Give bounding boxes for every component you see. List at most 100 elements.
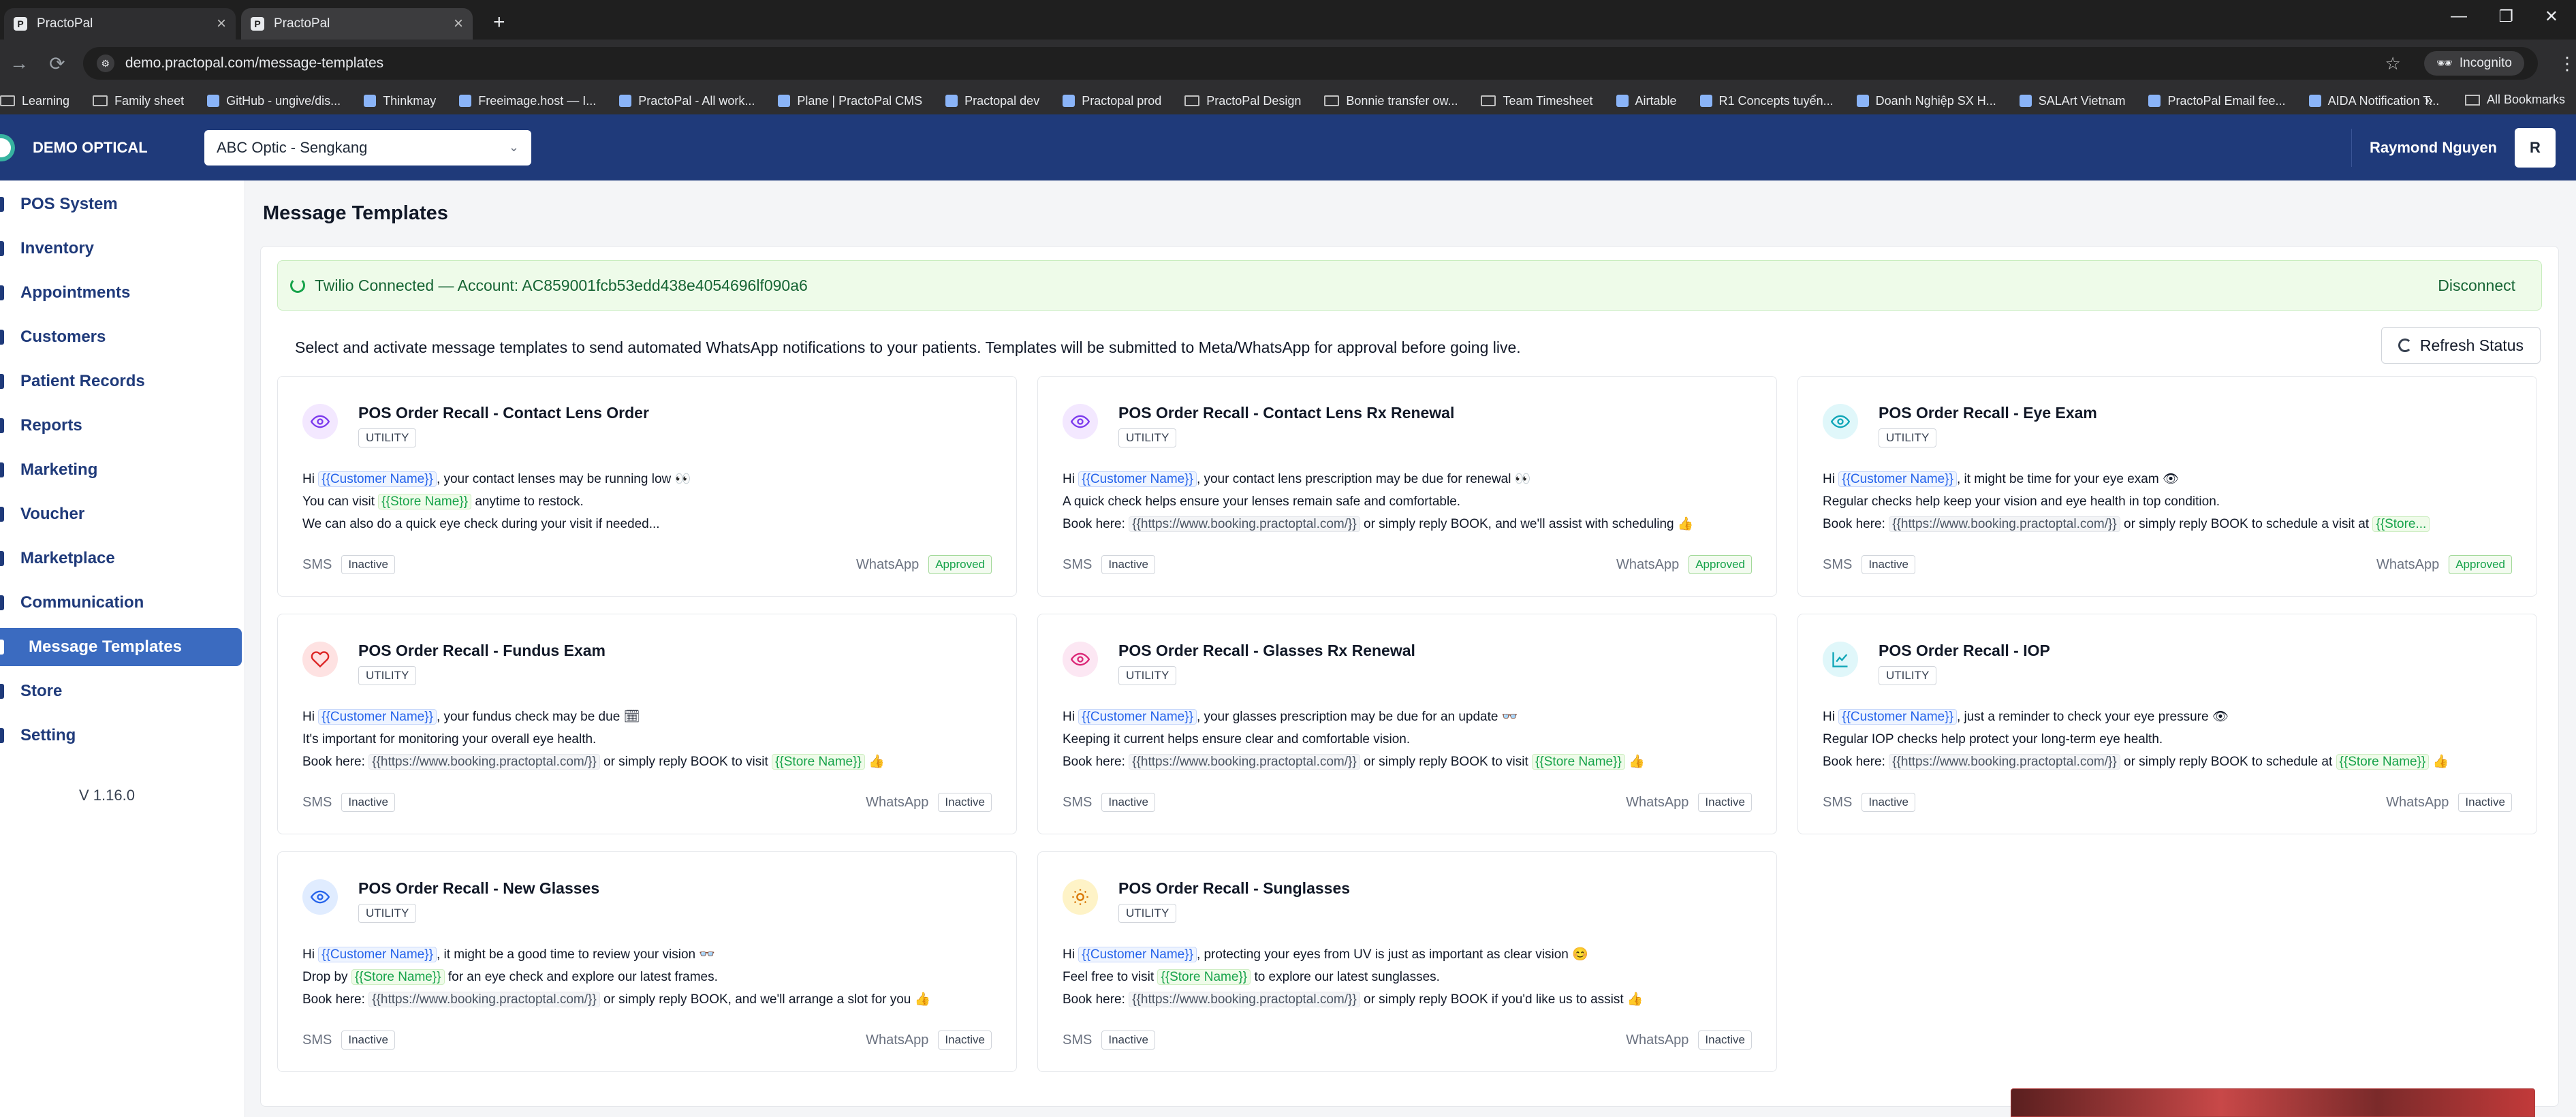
whatsapp-status-badge[interactable]: Inactive <box>1698 1031 1752 1050</box>
forward-icon[interactable]: → <box>0 52 38 74</box>
body-line: Book here: {{https://www.booking.practop… <box>302 751 990 773</box>
whatsapp-status-badge[interactable]: Approved <box>2449 555 2512 574</box>
template-card[interactable]: POS Order Recall - New Glasses UTILITY Hi … <box>277 851 1017 1072</box>
bookmark-item[interactable]: AIDA Notification T... <box>2308 94 2439 108</box>
disconnect-button[interactable]: Disconnect <box>2438 277 2515 295</box>
whatsapp-status-badge[interactable]: Inactive <box>938 1031 992 1050</box>
bookmark-item[interactable]: Doanh Nghiệp SX H... <box>1856 94 1996 108</box>
template-footer: SMS Inactive WhatsApp Inactive <box>1063 793 1752 812</box>
incognito-badge[interactable]: 🕶 Incognito <box>2423 51 2524 76</box>
maximize-icon[interactable]: ❐ <box>2498 7 2513 27</box>
store-select[interactable]: ABC Optic - Sengkang ⌄ <box>204 129 531 166</box>
bookmark-item[interactable]: Freeimage.host — I... <box>459 94 596 108</box>
template-body: Hi {{Customer Name}}, it might be a good… <box>302 943 990 1011</box>
browser-menu-icon[interactable]: ⋮ <box>2558 53 2576 74</box>
template-card[interactable]: POS Order Recall - Fundus Exam UTILITY Hi … <box>277 614 1017 834</box>
template-card[interactable]: POS Order Recall - IOP UTILITY Hi {{Custom… <box>1797 614 2537 834</box>
sidebar-item-message-templates[interactable]: Message Templates <box>0 628 242 666</box>
omnibox[interactable]: ⚙ demo.practopal.com/message-templates ☆… <box>82 47 2538 80</box>
sidebar-item-voucher[interactable]: Voucher <box>0 495 242 533</box>
reload-icon[interactable]: ⟳ <box>38 52 76 75</box>
sidebar-item-marketplace[interactable]: Marketplace <box>0 539 242 578</box>
new-tab-button[interactable]: + <box>493 11 505 34</box>
sms-status-badge[interactable]: Inactive <box>1101 555 1155 574</box>
sms-status-badge[interactable]: Inactive <box>1862 555 1915 574</box>
template-card[interactable]: POS Order Recall - Glasses Rx Renewal UTI… <box>1037 614 1777 834</box>
bookmark-item[interactable]: PractoPal Email fee... <box>2148 94 2286 108</box>
browser-tab[interactable]: P PractoPal × <box>241 8 473 40</box>
close-tab-icon[interactable]: × <box>217 14 226 33</box>
sidebar-item-store[interactable]: Store <box>0 672 242 710</box>
bookmark-item[interactable]: PractoPal - All work... <box>619 94 755 108</box>
bookmark-item[interactable]: Bonnie transfer ow... <box>1324 94 1458 108</box>
bookmark-item[interactable]: Family sheet <box>93 94 184 108</box>
url-text[interactable]: demo.practopal.com/message-templates <box>125 55 2385 72</box>
twilio-status-banner: Twilio Connected — Account: AC859001fcb5… <box>277 260 2542 311</box>
bookmark-item[interactable]: Team Timesheet <box>1481 94 1593 108</box>
template-title: POS Order Recall - Sunglasses <box>1118 879 1351 897</box>
sms-status-badge[interactable]: Inactive <box>1101 1031 1155 1050</box>
avatar[interactable]: R <box>2515 128 2556 168</box>
sms-status-badge[interactable]: Inactive <box>341 555 395 574</box>
template-card[interactable]: POS Order Recall - Contact Lens Rx Renew… <box>1037 376 1777 597</box>
template-footer: SMS Inactive WhatsApp Inactive <box>1063 1031 1752 1050</box>
all-bookmarks[interactable]: All Bookmarks <box>2464 93 2565 107</box>
bookmark-item[interactable]: SALArt Vietnam <box>2019 94 2125 108</box>
template-footer: SMS Inactive WhatsApp Approved <box>302 555 992 574</box>
sidebar-item-reports[interactable]: Reports <box>0 407 242 445</box>
template-card[interactable]: POS Order Recall - Sunglasses UTILITY Hi {… <box>1037 851 1777 1072</box>
sidebar-item-pos-system[interactable]: POS System <box>0 185 242 223</box>
bookmark-item[interactable]: PractoPal Design <box>1184 94 1301 108</box>
bookmark-item[interactable]: GitHub - ungive/dis... <box>207 94 341 108</box>
heart-icon <box>302 642 338 677</box>
sidebar-item-customers[interactable]: Customers <box>0 318 242 356</box>
template-card[interactable]: POS Order Recall - Eye Exam UTILITY Hi {{C… <box>1797 376 2537 597</box>
sidebar-item-patient-records[interactable]: Patient Records <box>0 362 242 400</box>
customer-name-placeholder: {{Customer Name}} <box>1838 471 1957 487</box>
more-bookmarks-icon[interactable]: » <box>2425 91 2433 109</box>
bookmark-item[interactable]: Learning <box>0 94 69 108</box>
bookmark-item[interactable]: R1 Concepts tuyển... <box>1699 93 1834 108</box>
whatsapp-status-badge[interactable]: Inactive <box>2458 793 2512 812</box>
taskbar-thumbnail[interactable] <box>2011 1088 2535 1117</box>
sms-status-badge[interactable]: Inactive <box>1101 793 1155 812</box>
bookmark-label: R1 Concepts tuyển... <box>1718 93 1834 108</box>
booking-url-placeholder: {{https://www.booking.practoptal.com/}} <box>1129 992 1360 1007</box>
minimize-icon[interactable]: — <box>2451 7 2467 26</box>
body-line: A quick check helps ensure your lenses r… <box>1063 490 1750 513</box>
bookmark-label: Freeimage.host — I... <box>478 93 597 108</box>
whatsapp-status-badge[interactable]: Approved <box>1688 555 1752 574</box>
refresh-status-button[interactable]: Refresh Status <box>2381 327 2541 364</box>
store-select-value: ABC Optic - Sengkang <box>217 138 368 156</box>
bookmark-item[interactable]: Practopal dev <box>945 94 1039 108</box>
bookmark-item[interactable]: Practopal prod <box>1063 94 1161 108</box>
bookmark-item[interactable]: Thinkmay <box>364 94 436 108</box>
customer-name-placeholder: {{Customer Name}} <box>1078 709 1197 725</box>
site-info-icon[interactable]: ⚙ <box>96 54 114 72</box>
close-tab-icon[interactable]: × <box>454 14 463 33</box>
user-name[interactable]: Raymond Nguyen <box>2351 129 2515 167</box>
body-text: Regular checks help keep your vision and… <box>1823 494 2220 509</box>
whatsapp-status-badge[interactable]: Inactive <box>1698 793 1752 812</box>
body-text: or simply reply BOOK if you'd like us to… <box>1364 992 1644 1007</box>
close-window-icon[interactable]: ✕ <box>2545 7 2558 27</box>
bookmark-item[interactable]: Plane | PractoPal CMS <box>778 94 922 108</box>
whatsapp-status-badge[interactable]: Inactive <box>938 793 992 812</box>
bookmark-star-icon[interactable]: ☆ <box>2385 53 2400 74</box>
sidebar-item-label: Marketplace <box>20 549 115 567</box>
sidebar-item-setting[interactable]: Setting <box>0 717 242 755</box>
sms-status-badge[interactable]: Inactive <box>341 1031 395 1050</box>
template-card[interactable]: POS Order Recall - Contact Lens Order UTI… <box>277 376 1017 597</box>
whatsapp-label: WhatsApp <box>2376 556 2440 572</box>
sidebar-item-communication[interactable]: Communication <box>0 584 242 622</box>
sms-status-badge[interactable]: Inactive <box>341 793 395 812</box>
sidebar-item-appointments[interactable]: Appointments <box>0 274 242 312</box>
whatsapp-status-badge[interactable]: Approved <box>928 555 992 574</box>
browser-tab[interactable]: P PractoPal × <box>4 8 236 40</box>
nav-marker-icon <box>0 595 4 610</box>
sidebar-item-inventory[interactable]: Inventory <box>0 230 242 268</box>
bookmark-item[interactable]: Airtable <box>1616 94 1677 108</box>
sms-status-badge[interactable]: Inactive <box>1862 793 1915 812</box>
sidebar-item-marketing[interactable]: Marketing <box>0 451 242 489</box>
all-bookmarks-label: All Bookmarks <box>2486 93 2565 106</box>
